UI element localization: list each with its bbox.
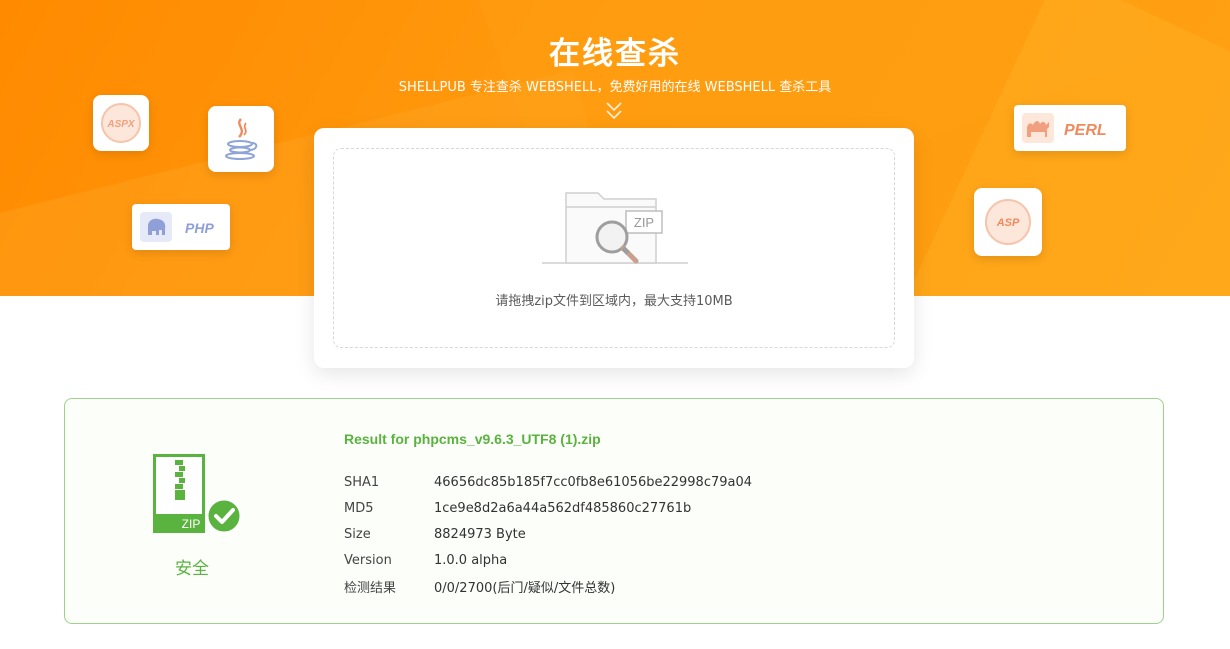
folder-search-icon: ZIP <box>542 192 688 264</box>
result-info-list: SHA1 46656dc85b185f7cc0fb8e61056be22998c… <box>344 469 752 599</box>
perl-badge: PERL <box>1014 105 1126 151</box>
php-elephant-icon: PHP <box>140 212 214 242</box>
aspx-badge-label: ASPX <box>106 119 136 130</box>
page-subtitle: SHELLPUB 专注查杀 WEBSHELL，免费好用的在线 WEBSHELL … <box>398 80 832 95</box>
drop-hint-text: 请拖拽zip文件到区域内，最大支持10MB <box>495 294 733 309</box>
upload-card: ZIP 请拖拽zip文件到区域内，最大支持10MB <box>314 128 914 368</box>
aspx-badge-icon: ASPX <box>101 103 141 143</box>
asp-badge: ASP <box>974 188 1042 256</box>
info-value: 46656dc85b185f7cc0fb8e61056be22998c79a04 <box>434 474 753 490</box>
java-badge <box>208 106 274 172</box>
php-badge: PHP <box>132 204 230 250</box>
info-value: 0/0/2700(后门/疑似/文件总数) <box>434 580 616 596</box>
info-label: Version <box>344 552 392 568</box>
info-row-version: Version 1.0.0 alpha <box>344 547 752 573</box>
info-value: 1.0.0 alpha <box>434 552 508 568</box>
java-coffee-icon <box>225 118 258 160</box>
page-title: 在线查杀 <box>549 36 681 72</box>
info-row-md5: MD5 1ce9e8d2a6a44a562df485860c27761b <box>344 495 752 521</box>
zip-tag-label: ZIP <box>634 215 654 230</box>
zip-file-safe-icon: ZIP <box>153 454 243 535</box>
zip-icon-label: ZIP <box>182 517 201 531</box>
info-value: 1ce9e8d2a6a44a562df485860c27761b <box>434 500 692 516</box>
result-title: Result for phpcms_v9.6.3_UTF8 (1).zip <box>344 431 601 447</box>
info-label: SHA1 <box>344 474 380 490</box>
perl-camel-icon: PERL <box>1022 113 1107 143</box>
chevron-down-icon[interactable] <box>605 101 623 123</box>
info-row-detection: 检测结果 0/0/2700(后门/疑似/文件总数) <box>344 573 752 599</box>
aspx-badge: ASPX <box>93 95 149 151</box>
php-badge-label: PHP <box>185 220 214 236</box>
info-label: 检测结果 <box>344 580 397 596</box>
info-label: MD5 <box>344 500 374 516</box>
status-badge: 安全 <box>175 559 209 579</box>
info-value: 8824973 Byte <box>434 526 526 542</box>
scan-result-panel: ZIP 安全 Result for phpcms_v9.6.3_UTF8 (1)… <box>64 398 1164 624</box>
info-row-size: Size 8824973 Byte <box>344 521 752 547</box>
asp-badge-icon: ASP <box>985 199 1031 245</box>
perl-badge-label: PERL <box>1064 122 1107 139</box>
asp-badge-label: ASP <box>996 217 1020 229</box>
info-label: Size <box>344 526 371 542</box>
file-drop-zone[interactable]: ZIP 请拖拽zip文件到区域内，最大支持10MB <box>333 148 895 348</box>
info-row-sha1: SHA1 46656dc85b185f7cc0fb8e61056be22998c… <box>344 469 752 495</box>
